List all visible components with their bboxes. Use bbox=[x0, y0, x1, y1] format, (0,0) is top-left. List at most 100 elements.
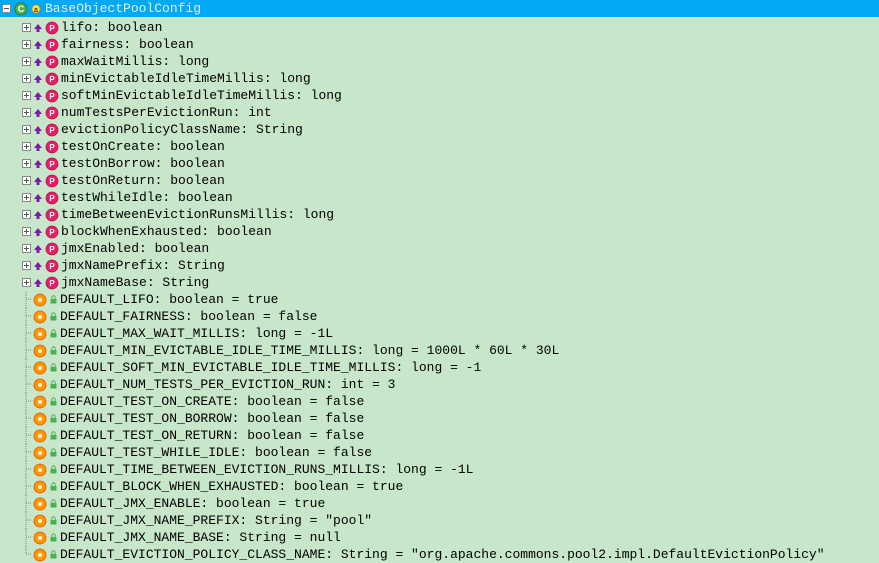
expand-icon[interactable] bbox=[20, 141, 32, 153]
tree-line-icon bbox=[20, 311, 32, 323]
property-row[interactable]: P testOnCreate: boolean bbox=[0, 138, 879, 155]
property-label: testOnReturn: boolean bbox=[61, 173, 225, 188]
lock-icon bbox=[49, 380, 58, 389]
property-label: fairness: boolean bbox=[61, 37, 194, 52]
constant-row[interactable]: DEFAULT_MAX_WAIT_MILLIS: long = -1L bbox=[0, 325, 879, 342]
property-row[interactable]: P blockWhenExhausted: boolean bbox=[0, 223, 879, 240]
constant-row[interactable]: DEFAULT_NUM_TESTS_PER_EVICTION_RUN: int … bbox=[0, 376, 879, 393]
lock-icon bbox=[49, 312, 58, 321]
property-label: evictionPolicyClassName: String bbox=[61, 122, 303, 137]
field-icon bbox=[33, 378, 47, 392]
tree-line-icon bbox=[20, 413, 32, 425]
constant-row[interactable]: DEFAULT_TEST_ON_CREATE: boolean = false bbox=[0, 393, 879, 410]
expand-icon[interactable] bbox=[20, 107, 32, 119]
constant-row[interactable]: DEFAULT_JMX_ENABLE: boolean = true bbox=[0, 495, 879, 512]
tree-line-icon bbox=[20, 498, 32, 510]
expand-icon[interactable] bbox=[20, 226, 32, 238]
property-row[interactable]: P maxWaitMillis: long bbox=[0, 53, 879, 70]
up-arrow-icon bbox=[33, 227, 43, 237]
property-row[interactable]: P evictionPolicyClassName: String bbox=[0, 121, 879, 138]
property-row[interactable]: P jmxEnabled: boolean bbox=[0, 240, 879, 257]
collapse-icon[interactable] bbox=[2, 4, 11, 13]
field-icon bbox=[33, 344, 47, 358]
property-icon: P bbox=[45, 208, 59, 222]
constant-label: DEFAULT_JMX_ENABLE: boolean = true bbox=[60, 496, 325, 511]
up-arrow-icon bbox=[33, 40, 43, 50]
property-row[interactable]: P fairness: boolean bbox=[0, 36, 879, 53]
tree-line-icon bbox=[20, 447, 32, 459]
expand-icon[interactable] bbox=[20, 277, 32, 289]
constant-label: DEFAULT_TEST_ON_BORROW: boolean = false bbox=[60, 411, 364, 426]
constant-row[interactable]: DEFAULT_BLOCK_WHEN_EXHAUSTED: boolean = … bbox=[0, 478, 879, 495]
expand-icon[interactable] bbox=[20, 39, 32, 51]
tree-line-icon bbox=[20, 549, 32, 561]
property-row[interactable]: P jmxNameBase: String bbox=[0, 274, 879, 291]
svg-text:P: P bbox=[49, 279, 55, 288]
svg-text:P: P bbox=[49, 262, 55, 271]
up-arrow-icon bbox=[33, 74, 43, 84]
class-title: BaseObjectPoolConfig bbox=[45, 1, 201, 16]
lock-icon bbox=[49, 516, 58, 525]
property-icon: P bbox=[45, 21, 59, 35]
field-icon bbox=[33, 463, 47, 477]
expand-icon[interactable] bbox=[20, 73, 32, 85]
lock-icon bbox=[49, 431, 58, 440]
constant-row[interactable]: DEFAULT_FAIRNESS: boolean = false bbox=[0, 308, 879, 325]
expand-icon[interactable] bbox=[20, 192, 32, 204]
expand-icon[interactable] bbox=[20, 124, 32, 136]
constant-row[interactable]: DEFAULT_TEST_ON_RETURN: boolean = false bbox=[0, 427, 879, 444]
up-arrow-icon bbox=[33, 159, 43, 169]
constant-row[interactable]: DEFAULT_JMX_NAME_PREFIX: String = "pool" bbox=[0, 512, 879, 529]
svg-text:P: P bbox=[49, 126, 55, 135]
constant-row[interactable]: DEFAULT_TEST_ON_BORROW: boolean = false bbox=[0, 410, 879, 427]
property-icon: P bbox=[45, 72, 59, 86]
constant-row[interactable]: DEFAULT_JMX_NAME_BASE: String = null bbox=[0, 529, 879, 546]
property-row[interactable]: P testOnReturn: boolean bbox=[0, 172, 879, 189]
expand-icon[interactable] bbox=[20, 56, 32, 68]
tree-line-icon bbox=[20, 481, 32, 493]
property-row[interactable]: P numTestsPerEvictionRun: int bbox=[0, 104, 879, 121]
field-icon bbox=[33, 310, 47, 324]
constant-row[interactable]: DEFAULT_TEST_WHILE_IDLE: boolean = false bbox=[0, 444, 879, 461]
lock-icon bbox=[49, 414, 58, 423]
constant-row[interactable]: DEFAULT_SOFT_MIN_EVICTABLE_IDLE_TIME_MIL… bbox=[0, 359, 879, 376]
field-icon bbox=[33, 327, 47, 341]
tree-line-icon bbox=[20, 464, 32, 476]
property-row[interactable]: P testWhileIdle: boolean bbox=[0, 189, 879, 206]
expand-icon[interactable] bbox=[20, 90, 32, 102]
expand-icon[interactable] bbox=[20, 158, 32, 170]
constant-label: DEFAULT_EVICTION_POLICY_CLASS_NAME: Stri… bbox=[60, 547, 825, 562]
property-label: softMinEvictableIdleTimeMillis: long bbox=[61, 88, 342, 103]
expand-icon[interactable] bbox=[20, 260, 32, 272]
tree-line-icon bbox=[20, 379, 32, 391]
property-icon: P bbox=[45, 191, 59, 205]
svg-text:P: P bbox=[49, 109, 55, 118]
expand-icon[interactable] bbox=[20, 243, 32, 255]
field-icon bbox=[33, 429, 47, 443]
property-label: testWhileIdle: boolean bbox=[61, 190, 233, 205]
expand-icon[interactable] bbox=[20, 22, 32, 34]
property-row[interactable]: P lifo: boolean bbox=[0, 19, 879, 36]
up-arrow-icon bbox=[33, 125, 43, 135]
constant-label: DEFAULT_MIN_EVICTABLE_IDLE_TIME_MILLIS: … bbox=[60, 343, 559, 358]
expand-icon[interactable] bbox=[20, 175, 32, 187]
constant-row[interactable]: DEFAULT_EVICTION_POLICY_CLASS_NAME: Stri… bbox=[0, 546, 879, 563]
field-icon bbox=[33, 548, 47, 562]
lock-icon bbox=[49, 346, 58, 355]
constant-row[interactable]: DEFAULT_MIN_EVICTABLE_IDLE_TIME_MILLIS: … bbox=[0, 342, 879, 359]
field-icon bbox=[33, 361, 47, 375]
up-arrow-icon bbox=[33, 91, 43, 101]
property-row[interactable]: P timeBetweenEvictionRunsMillis: long bbox=[0, 206, 879, 223]
property-row[interactable]: P softMinEvictableIdleTimeMillis: long bbox=[0, 87, 879, 104]
lock-icon bbox=[49, 397, 58, 406]
constant-row[interactable]: DEFAULT_TIME_BETWEEN_EVICTION_RUNS_MILLI… bbox=[0, 461, 879, 478]
property-row[interactable]: P minEvictableIdleTimeMillis: long bbox=[0, 70, 879, 87]
property-row[interactable]: P testOnBorrow: boolean bbox=[0, 155, 879, 172]
expand-icon[interactable] bbox=[20, 209, 32, 221]
constant-row[interactable]: DEFAULT_LIFO: boolean = true bbox=[0, 291, 879, 308]
lock-icon bbox=[49, 329, 58, 338]
constant-label: DEFAULT_TEST_ON_RETURN: boolean = false bbox=[60, 428, 364, 443]
property-row[interactable]: P jmxNamePrefix: String bbox=[0, 257, 879, 274]
field-icon bbox=[33, 514, 47, 528]
class-header[interactable]: C a BaseObjectPoolConfig bbox=[0, 0, 879, 17]
